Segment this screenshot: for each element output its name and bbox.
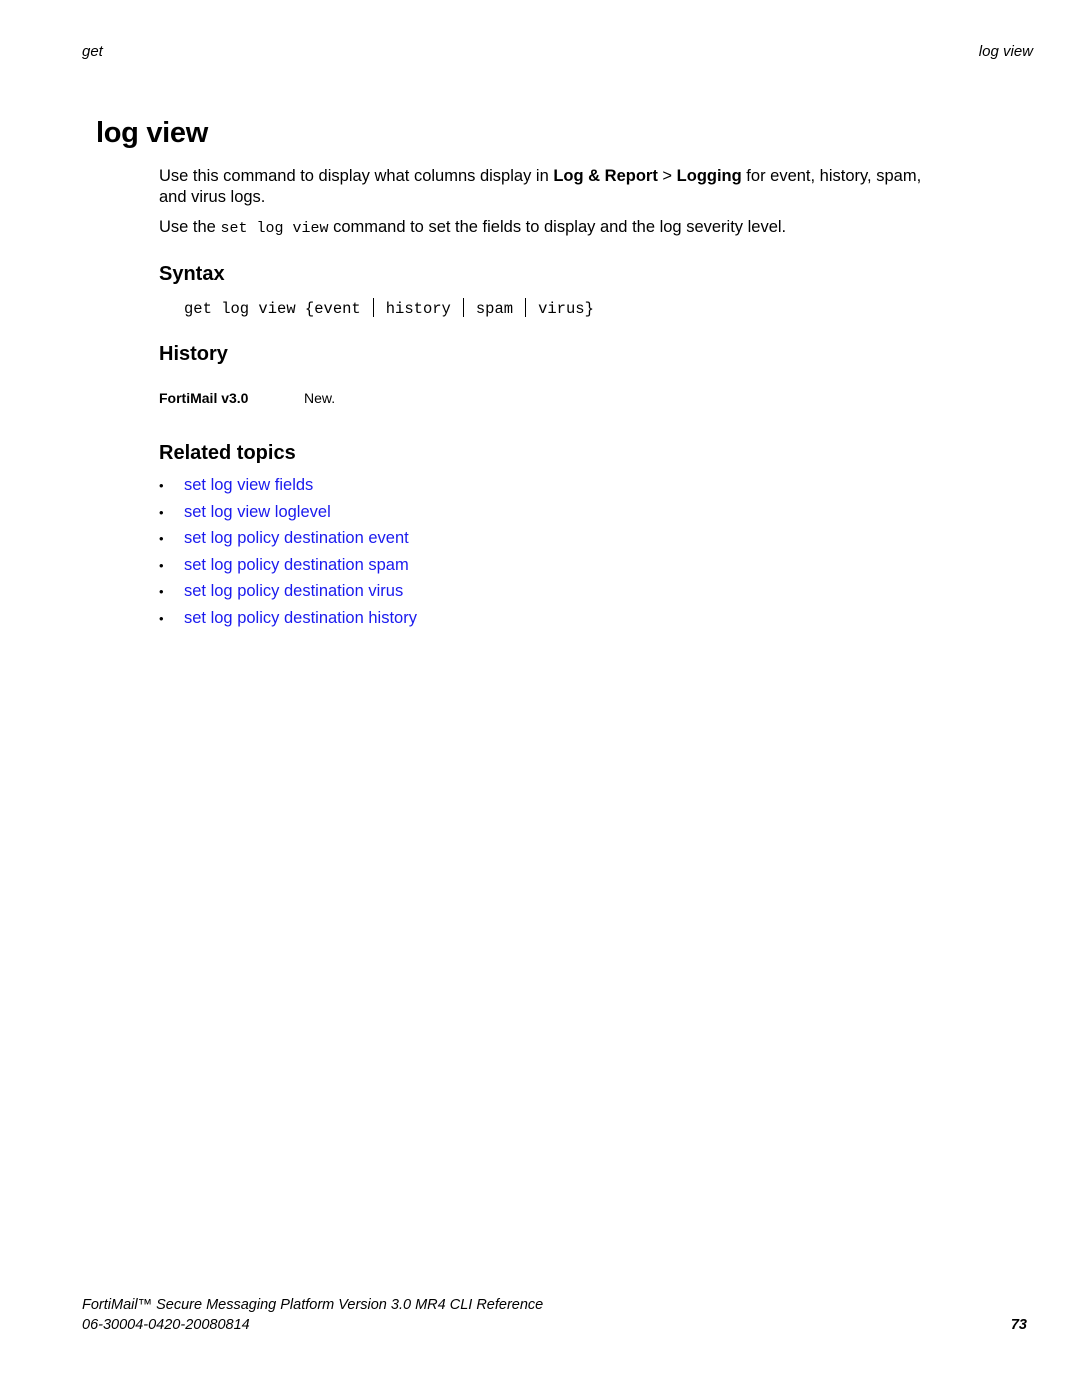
list-item: • set log policy destination history bbox=[159, 607, 417, 634]
related-link-destination-event[interactable]: set log policy destination event bbox=[184, 529, 409, 547]
usage-text-2: command to set the fields to display and… bbox=[328, 218, 787, 236]
related-topics-list: • set log view fields • set log view logle… bbox=[159, 474, 417, 633]
bullet-icon: • bbox=[159, 584, 164, 599]
footer-doc-code: 06-30004-0420-20080814 bbox=[82, 1317, 250, 1333]
menu-path-log-report: Log & Report bbox=[553, 167, 658, 185]
option-separator bbox=[372, 298, 374, 317]
page-title: log view bbox=[96, 117, 209, 149]
history-version: FortiMail v3.0 bbox=[159, 390, 249, 406]
usage-text-1: Use the bbox=[159, 218, 221, 236]
related-link-destination-virus[interactable]: set log policy destination virus bbox=[184, 582, 403, 600]
intro-text-1: Use this command to display what columns… bbox=[159, 167, 554, 185]
syntax-prefix: get log view {event bbox=[184, 300, 361, 318]
list-item: • set log view loglevel bbox=[159, 501, 417, 528]
related-link-destination-spam[interactable]: set log policy destination spam bbox=[184, 556, 409, 574]
related-link-destination-history[interactable]: set log policy destination history bbox=[184, 609, 417, 627]
list-item: • set log view fields bbox=[159, 474, 417, 501]
list-item: • set log policy destination virus bbox=[159, 580, 417, 607]
menu-path-logging: Logging bbox=[676, 167, 742, 185]
list-item: • set log policy destination event bbox=[159, 527, 417, 554]
page-number: 73 bbox=[1010, 1317, 1027, 1333]
footer-doc-title: FortiMail™ Secure Messaging Platform Ver… bbox=[82, 1297, 544, 1313]
running-header-section: get bbox=[82, 43, 103, 60]
bullet-icon: • bbox=[159, 557, 164, 573]
option-separator bbox=[525, 298, 527, 317]
bullet-icon: • bbox=[159, 610, 164, 626]
syntax-option-virus: virus} bbox=[538, 300, 594, 318]
history-note: New. bbox=[304, 390, 336, 406]
bullet-icon: • bbox=[159, 478, 164, 493]
list-item: • set log policy destination spam bbox=[159, 554, 417, 581]
menu-path-separator: > bbox=[657, 167, 677, 185]
option-separator bbox=[462, 298, 464, 317]
history-heading: History bbox=[159, 343, 228, 365]
related-link-view-loglevel[interactable]: set log view loglevel bbox=[184, 503, 331, 521]
related-link-view-fields[interactable]: set log view fields bbox=[184, 476, 313, 494]
bullet-icon: • bbox=[159, 504, 164, 520]
history-row: FortiMail v3.0 New. bbox=[159, 390, 335, 406]
related-topics-heading: Related topics bbox=[159, 442, 296, 464]
syntax-option-spam: spam bbox=[475, 300, 514, 318]
bullet-icon: • bbox=[159, 531, 164, 546]
inline-code: set log view bbox=[220, 220, 329, 237]
intro-paragraph: Use this command to display what columns… bbox=[159, 166, 949, 208]
syntax-code: get log view {event history spam virus} bbox=[184, 298, 594, 318]
running-header-topic: log view bbox=[978, 43, 1033, 60]
syntax-option-history: history bbox=[385, 300, 451, 318]
syntax-heading: Syntax bbox=[159, 263, 225, 285]
usage-paragraph: Use the set log view command to set the … bbox=[159, 217, 949, 239]
